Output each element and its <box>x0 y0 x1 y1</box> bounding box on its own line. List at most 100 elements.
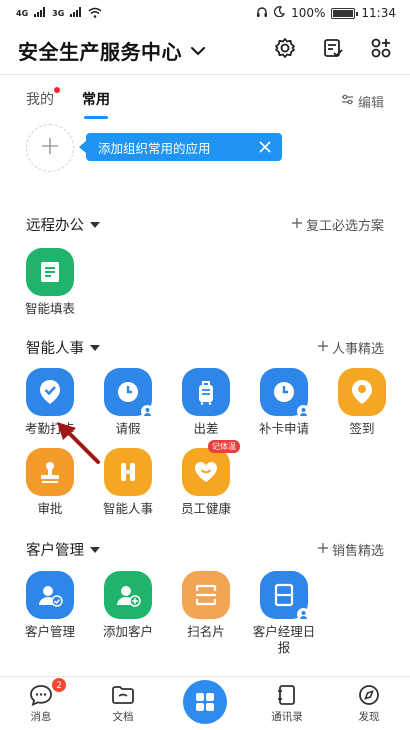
section-title: 远程办公 <box>26 218 84 234</box>
wifi-icon <box>88 7 102 20</box>
battery-icon <box>331 7 359 19</box>
settings-gear-icon[interactable] <box>274 37 296 63</box>
user-badge-icon <box>297 405 310 418</box>
location-pin-icon <box>338 368 386 416</box>
plus-icon <box>41 137 59 159</box>
signal-icon-2 <box>70 7 82 19</box>
nav-contacts[interactable]: 通讯录 <box>246 677 328 730</box>
chat-bubble-icon: 2 <box>29 677 67 707</box>
caret-down-icon <box>90 340 100 356</box>
sales-picks-link[interactable]: 销售精选 <box>317 540 384 559</box>
nav-messages[interactable]: 2 消息 <box>0 677 82 730</box>
section-title: 客户管理 <box>26 543 84 559</box>
caret-down-icon <box>90 217 100 233</box>
app-label: 审批 <box>37 501 63 516</box>
plus-small-icon <box>317 542 328 557</box>
location-check-icon <box>26 368 74 416</box>
header: 安全生产服务中心 <box>0 26 410 74</box>
network-indicator-right: 3G <box>52 8 65 18</box>
hr-picks-link[interactable]: 人事精选 <box>317 338 384 357</box>
app-add-customer[interactable]: 添加客户 <box>88 571 168 640</box>
bottom-nav: 2 消息 文档 通讯录 发现 <box>0 676 410 730</box>
network-indicator-left: 4G <box>16 8 29 18</box>
heart-icon: 记体温 <box>182 440 240 496</box>
moon-icon <box>274 6 286 20</box>
health-tag-badge: 记体温 <box>208 440 240 453</box>
chevron-down-icon[interactable] <box>190 41 206 60</box>
clock: 11:34 <box>361 6 396 20</box>
todo-list-icon[interactable] <box>322 37 344 63</box>
app-label: 扫名片 <box>187 624 225 639</box>
h-letter-icon <box>104 448 152 496</box>
scan-icon <box>182 571 230 619</box>
app-smart-form[interactable]: 智能填表 <box>10 248 90 317</box>
nav-discover[interactable]: 发现 <box>328 677 410 730</box>
signal-icon <box>34 7 46 19</box>
app-manager-daily-report[interactable]: 客户经理日报 <box>244 571 324 656</box>
user-badge-icon <box>297 608 310 621</box>
section-smart-hr[interactable]: 智能人事 <box>26 337 100 358</box>
section-remote-office[interactable]: 远程办公 <box>26 214 100 235</box>
clock-icon <box>260 368 310 418</box>
edit-button[interactable]: 编辑 <box>341 92 384 111</box>
tab-mine-label: 我的 <box>26 92 54 108</box>
app-label: 智能填表 <box>24 301 75 316</box>
workbench-grid-icon <box>183 680 227 724</box>
apps-grid-add-icon[interactable] <box>370 37 392 63</box>
app-label: 签到 <box>349 421 375 436</box>
app-label: 客户经理日报 <box>252 624 316 655</box>
page-title[interactable]: 安全生产服务中心 <box>18 36 182 65</box>
sliders-icon <box>341 94 354 109</box>
app-label: 出差 <box>193 421 219 436</box>
suitcase-icon <box>182 368 230 416</box>
caret-down-icon <box>90 542 100 558</box>
unread-dot <box>54 87 60 93</box>
plus-small-icon <box>317 340 328 355</box>
app-label: 智能人事 <box>102 501 153 516</box>
headset-icon <box>256 6 268 21</box>
edit-label: 编辑 <box>357 95 384 111</box>
message-count-badge: 2 <box>51 677 67 693</box>
battery-percent: 100% <box>291 6 326 20</box>
app-label: 添加客户 <box>102 624 153 639</box>
close-icon[interactable] <box>258 140 272 157</box>
tab-common[interactable]: 常用 <box>82 89 110 119</box>
app-customer-management[interactable]: 客户管理 <box>10 571 90 640</box>
app-makeup-punch[interactable]: 补卡申请 <box>244 368 324 437</box>
section-customer-management[interactable]: 客户管理 <box>26 539 100 560</box>
user-badge-icon <box>141 405 154 418</box>
app-employee-health[interactable]: 记体温 员工健康 <box>166 440 246 517</box>
plus-small-icon <box>291 217 302 232</box>
pointer-arrow-annotation <box>57 422 100 464</box>
section-action-label: 销售精选 <box>331 544 384 559</box>
tab-bar: 我的 常用 编辑 <box>26 87 384 119</box>
app-label: 员工健康 <box>180 501 231 516</box>
add-apps-tooltip: 添加组织常用的应用 <box>79 133 282 161</box>
daily-report-icon <box>260 571 310 621</box>
tooltip-text: 添加组织常用的应用 <box>98 140 211 156</box>
compass-icon <box>357 683 381 707</box>
section-title: 智能人事 <box>26 341 84 357</box>
section-action-label: 人事精选 <box>331 342 384 357</box>
add-user-icon <box>104 571 152 619</box>
folder-icon <box>111 683 135 707</box>
app-scan-card[interactable]: 扫名片 <box>166 571 246 640</box>
remote-solution-link[interactable]: 复工必选方案 <box>291 215 384 234</box>
app-checkin[interactable]: 签到 <box>322 368 402 437</box>
add-app-button[interactable] <box>26 124 74 172</box>
tab-mine[interactable]: 我的 <box>26 87 60 113</box>
nav-label: 发现 <box>358 711 380 723</box>
tab-common-label: 常用 <box>82 92 110 108</box>
section-action-label: 复工必选方案 <box>305 219 384 234</box>
nav-workbench[interactable] <box>164 677 246 730</box>
nav-label: 文档 <box>112 711 134 723</box>
contacts-book-icon <box>275 683 299 707</box>
app-label: 补卡申请 <box>258 421 309 436</box>
nav-docs[interactable]: 文档 <box>82 677 164 730</box>
form-icon <box>26 248 74 296</box>
customer-check-icon <box>26 571 74 619</box>
status-bar: 4G 3G 100% 11:34 <box>0 0 410 26</box>
clock-icon <box>104 368 154 418</box>
nav-label: 通讯录 <box>271 711 303 723</box>
app-business-trip[interactable]: 出差 <box>166 368 246 437</box>
